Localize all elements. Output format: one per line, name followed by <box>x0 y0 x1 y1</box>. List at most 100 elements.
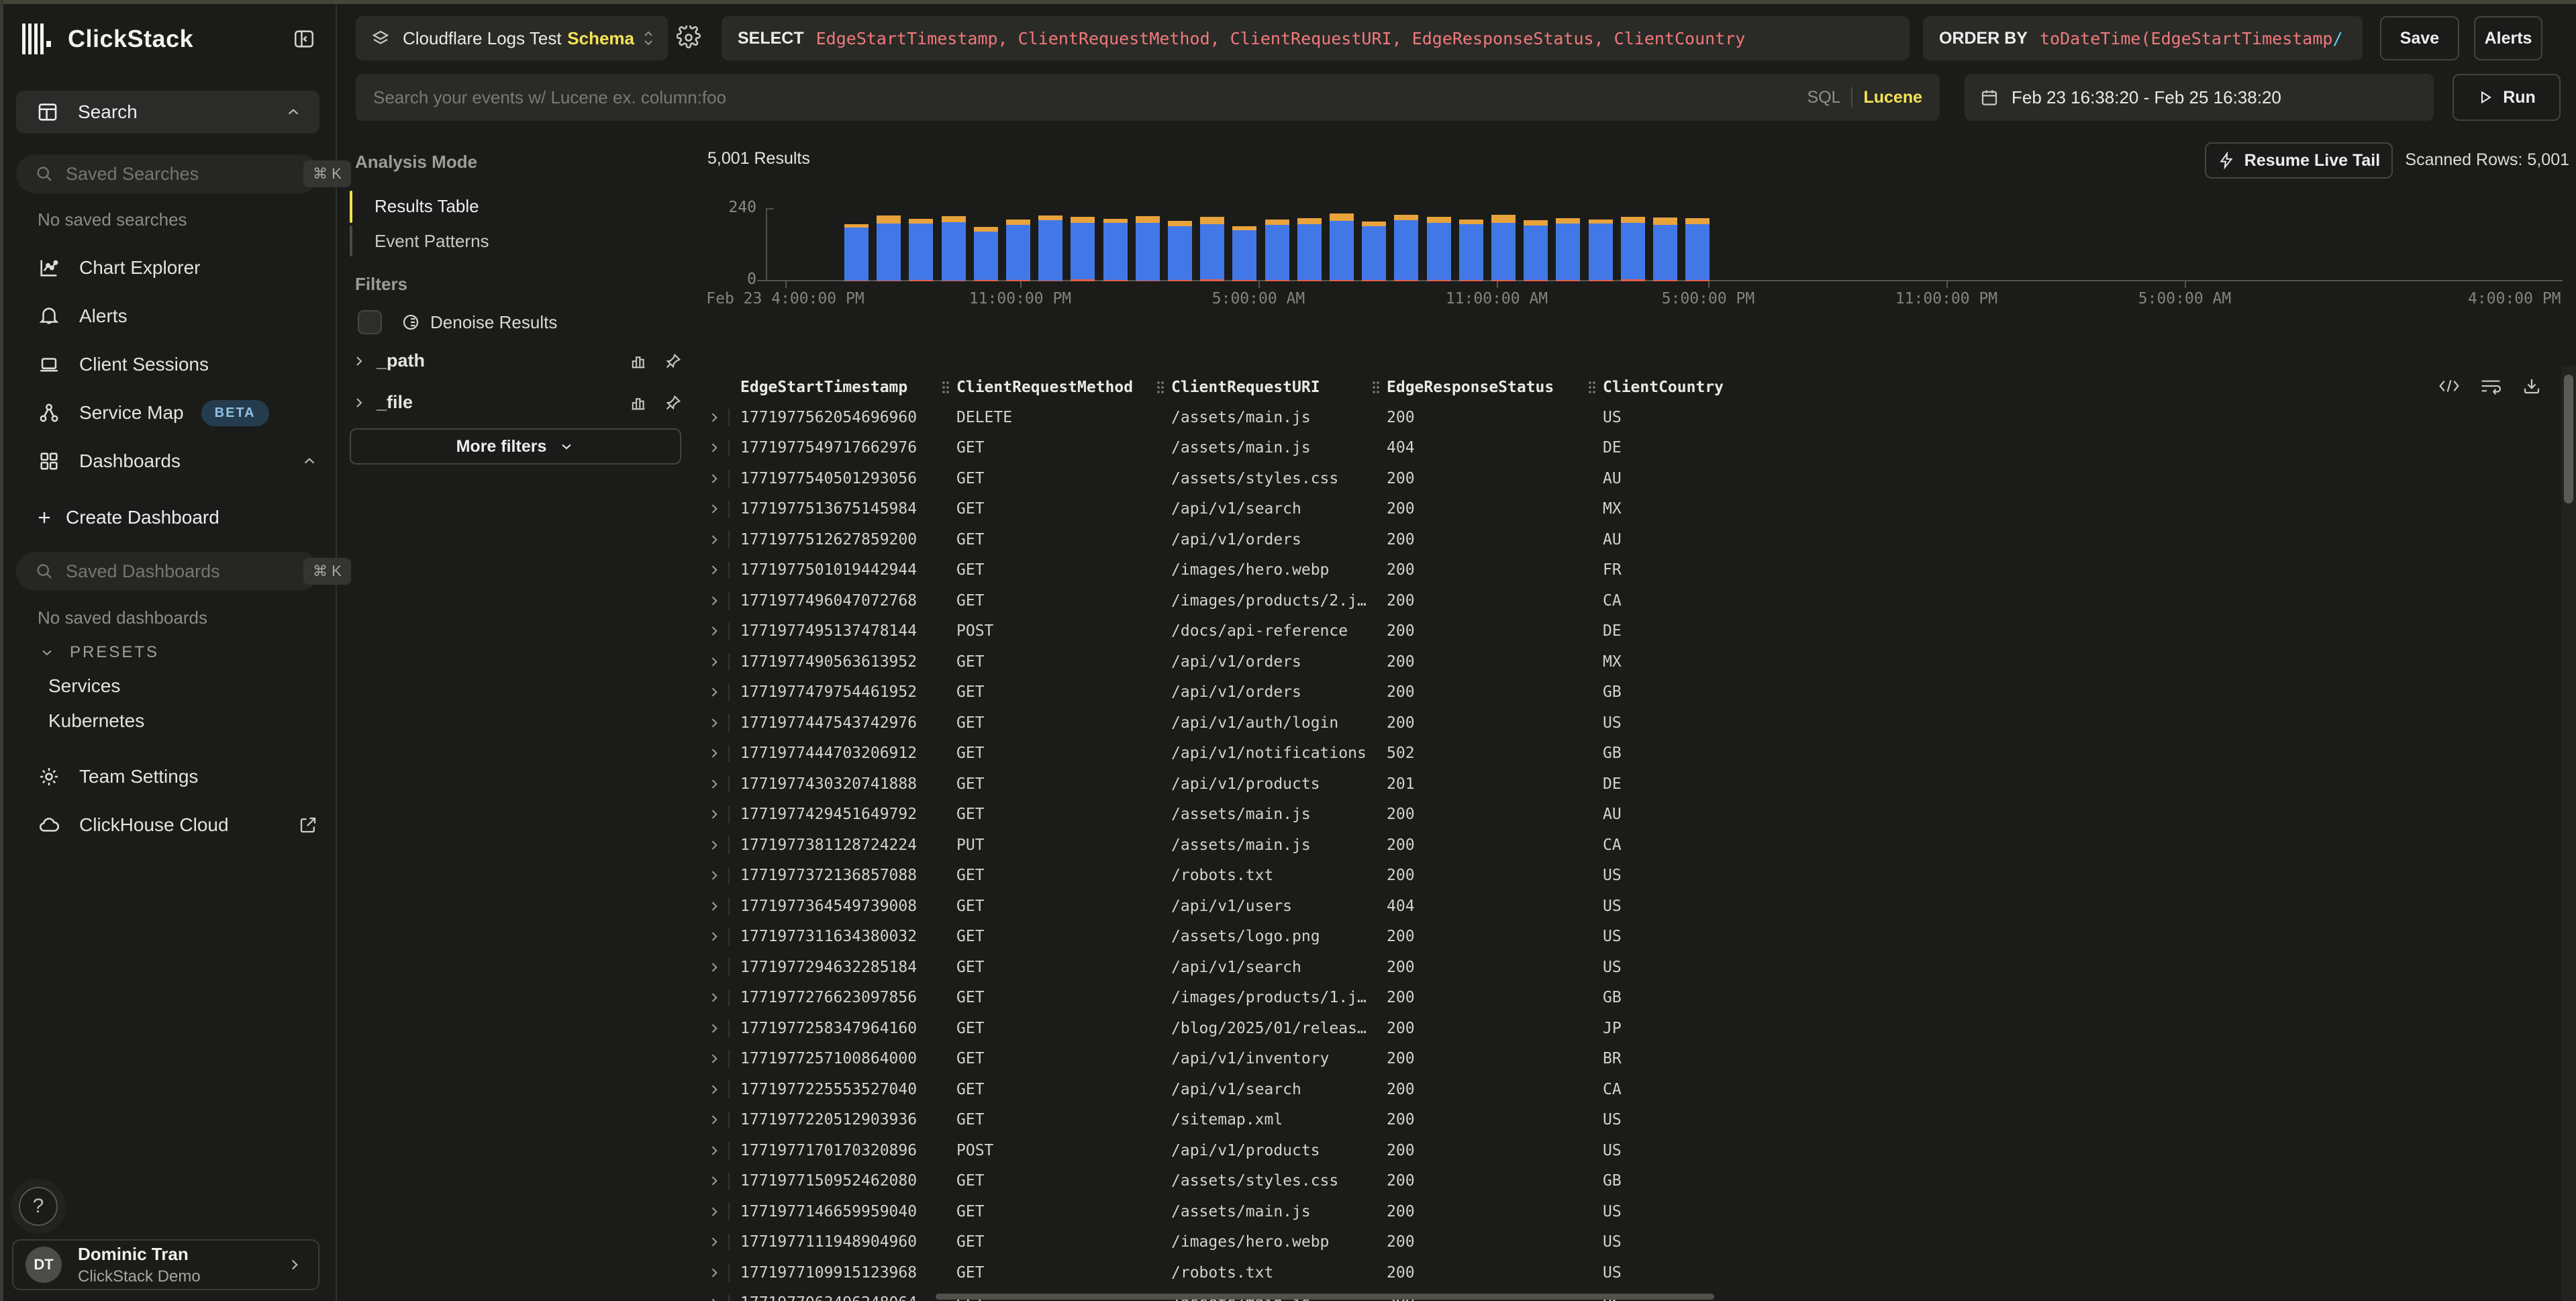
chart-bar[interactable] <box>1685 218 1710 281</box>
time-range-picker[interactable]: Feb 23 16:38:20 - Feb 25 16:38:20 <box>1965 74 2434 121</box>
saved-searches-search[interactable]: ⌘ K <box>16 154 319 193</box>
table-row[interactable]: 1771977430320741888 GET /api/v1/products… <box>698 769 2576 800</box>
chart-bar[interactable] <box>1168 221 1192 281</box>
sidebar-item-clickhouse-cloud[interactable]: ClickHouse Cloud <box>0 806 336 845</box>
table-row[interactable]: 1771977225553527040 GET /api/v1/search 2… <box>698 1074 2576 1105</box>
collapse-sidebar-icon[interactable] <box>293 28 315 50</box>
chart-bar[interactable] <box>1136 216 1160 281</box>
chart-bar[interactable] <box>1103 219 1128 281</box>
chart-bar[interactable] <box>1265 220 1289 281</box>
help-button[interactable]: ? <box>19 1187 58 1226</box>
expand-row-chevron-icon[interactable] <box>698 1074 740 1105</box>
sidebar-item-service-map[interactable]: Service Map BETA <box>0 393 336 432</box>
alerts-button[interactable]: Alerts <box>2474 16 2542 60</box>
event-search-bar[interactable]: SQL Lucene <box>356 74 1940 121</box>
preset-item[interactable]: Services <box>0 669 336 704</box>
chart-bar[interactable] <box>909 219 933 281</box>
table-row[interactable]: 1771977562054696960 DELETE /assets/main.… <box>698 402 2576 433</box>
table-row[interactable]: 1771977111948904960 GET /images/hero.web… <box>698 1227 2576 1258</box>
expand-row-chevron-icon[interactable] <box>698 1044 740 1075</box>
vertical-scrollbar-track[interactable] <box>2561 366 2576 1301</box>
table-row[interactable]: 1771977381128724224 PUT /assets/main.js … <box>698 830 2576 861</box>
data-source-select[interactable]: Cloudflare Logs Test Schema <box>356 16 668 60</box>
chart-bar[interactable] <box>1071 217 1095 281</box>
lang-toggle-sql[interactable]: SQL <box>1807 88 1840 107</box>
table-row[interactable]: 1771977294632285184 GET /api/v1/search 2… <box>698 952 2576 983</box>
expand-row-chevron-icon[interactable] <box>698 708 740 738</box>
chart-bar[interactable] <box>877 215 901 281</box>
table-row[interactable]: 1771977496047072768 GET /images/products… <box>698 585 2576 616</box>
chart-bar[interactable] <box>1297 218 1322 281</box>
expand-row-chevron-icon[interactable] <box>698 952 740 983</box>
drag-handle-icon[interactable] <box>941 379 950 395</box>
expand-row-chevron-icon[interactable] <box>698 1227 740 1258</box>
denoise-results-toggle[interactable]: Denoise Results <box>358 310 695 334</box>
sidebar-item-search[interactable]: Search <box>16 91 319 134</box>
column-header[interactable]: ClientCountry <box>1587 379 2576 396</box>
save-button[interactable]: Save <box>2380 16 2459 60</box>
field-pin-icon[interactable] <box>664 393 683 412</box>
chart-bar[interactable] <box>1362 222 1386 281</box>
saved-searches-input[interactable] <box>66 164 303 185</box>
expand-row-chevron-icon[interactable] <box>698 1166 740 1197</box>
chart-bar[interactable] <box>1589 220 1613 281</box>
preset-item[interactable]: Kubernetes <box>0 704 336 738</box>
sidebar-item-team-settings[interactable]: Team Settings <box>0 757 336 796</box>
chart-bar[interactable] <box>1524 220 1548 281</box>
chart-bar[interactable] <box>1038 215 1062 281</box>
chart-bar[interactable] <box>1200 217 1224 281</box>
lang-toggle-lucene[interactable]: Lucene <box>1863 88 1922 107</box>
chart-bar[interactable] <box>1394 215 1418 281</box>
user-menu[interactable]: DT Dominic Tran ClickStack Demo <box>12 1239 319 1290</box>
expand-row-chevron-icon[interactable] <box>698 922 740 953</box>
expand-row-chevron-icon[interactable] <box>698 861 740 892</box>
table-row[interactable]: 1771977311634380032 GET /assets/logo.png… <box>698 922 2576 953</box>
chart-bar[interactable] <box>1621 217 1645 282</box>
chart-bar[interactable] <box>974 227 998 281</box>
chart-bar[interactable] <box>1427 217 1451 282</box>
chart-bar[interactable] <box>942 216 966 281</box>
expand-row-chevron-icon[interactable] <box>698 1105 740 1136</box>
table-row[interactable]: 1771977429451649792 GET /assets/main.js … <box>698 800 2576 830</box>
drag-handle-icon[interactable] <box>1156 379 1165 395</box>
order-by-input[interactable]: ORDER BY toDateTime(EdgeStartTimestamp / <box>1923 16 2363 60</box>
expand-row-chevron-icon[interactable] <box>698 800 740 830</box>
chart-bar[interactable] <box>1653 218 1677 281</box>
table-row[interactable]: 1771977479754461952 GET /api/v1/orders 2… <box>698 677 2576 708</box>
table-row[interactable]: 1771977512627859200 GET /api/v1/orders 2… <box>698 524 2576 555</box>
chart-bar[interactable] <box>844 224 869 281</box>
run-button[interactable]: Run <box>2453 74 2561 121</box>
field-chart-icon[interactable] <box>629 393 648 412</box>
table-row[interactable]: 1771977501019442944 GET /images/hero.web… <box>698 555 2576 586</box>
expand-row-chevron-icon[interactable] <box>698 494 740 525</box>
chart-bar[interactable] <box>1491 215 1516 281</box>
expand-row-chevron-icon[interactable] <box>698 1288 740 1301</box>
expand-row-chevron-icon[interactable] <box>698 769 740 800</box>
expand-row-chevron-icon[interactable] <box>698 585 740 616</box>
expand-row-chevron-icon[interactable] <box>698 983 740 1014</box>
sidebar-item-dashboards[interactable]: Dashboards <box>0 442 336 481</box>
table-row[interactable]: 1771977540501293056 GET /assets/styles.c… <box>698 463 2576 494</box>
expand-row-chevron-icon[interactable] <box>698 830 740 861</box>
denoise-checkbox[interactable] <box>358 310 382 334</box>
sidebar-item-chart-explorer[interactable]: Chart Explorer <box>0 248 336 287</box>
mode-event-patterns[interactable]: Event Patterns <box>375 231 695 252</box>
chart-bar[interactable] <box>1330 213 1354 281</box>
expand-row-chevron-icon[interactable] <box>698 555 740 586</box>
event-search-input[interactable] <box>373 87 1807 108</box>
chart-bar[interactable] <box>1232 226 1256 281</box>
table-row[interactable]: 1771977495137478144 POST /docs/api-refer… <box>698 616 2576 647</box>
more-filters-button[interactable]: More filters <box>350 428 681 465</box>
expand-row-chevron-icon[interactable] <box>698 1257 740 1288</box>
table-row[interactable]: 1771977220512903936 GET /sitemap.xml 200… <box>698 1105 2576 1136</box>
table-row[interactable]: 1771977513675145984 GET /api/v1/search 2… <box>698 494 2576 525</box>
expand-row-chevron-icon[interactable] <box>698 402 740 433</box>
chart-bar[interactable] <box>1556 218 1580 281</box>
table-row[interactable]: 1771977372136857088 GET /robots.txt 200 … <box>698 861 2576 892</box>
column-header[interactable]: EdgeResponseStatus <box>1371 379 1587 396</box>
filter-field-file[interactable]: _file <box>351 392 683 413</box>
expand-row-chevron-icon[interactable] <box>698 433 740 464</box>
column-header[interactable]: EdgeStartTimestamp <box>740 379 941 396</box>
expand-row-chevron-icon[interactable] <box>698 463 740 494</box>
field-chart-icon[interactable] <box>629 352 648 371</box>
